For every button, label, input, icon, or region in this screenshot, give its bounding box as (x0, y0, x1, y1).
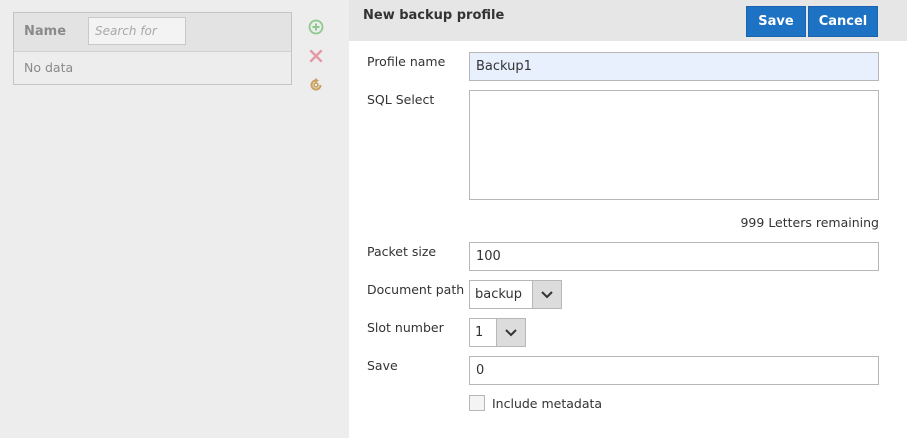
form-title: New backup profile (363, 8, 505, 23)
empty-list-text: No data (24, 60, 74, 75)
save-field-input[interactable] (469, 356, 879, 385)
refresh-icon[interactable] (305, 74, 327, 96)
delete-icon[interactable] (305, 45, 327, 67)
slot-number-label: Slot number (367, 320, 444, 335)
include-metadata-option[interactable]: Include metadata (469, 395, 602, 411)
packet-size-label: Packet size (367, 244, 437, 259)
document-path-value: backup (475, 287, 522, 302)
chevron-down-icon[interactable] (532, 281, 561, 308)
document-path-select[interactable]: backup (469, 280, 562, 309)
cancel-button[interactable]: Cancel (808, 6, 878, 37)
profile-name-input[interactable] (469, 52, 879, 81)
form-header: New backup profile Save Cancel (349, 0, 907, 41)
packet-size-input[interactable] (469, 242, 879, 271)
chevron-down-icon[interactable] (496, 319, 525, 346)
slot-number-select[interactable]: 1 (469, 318, 526, 347)
sql-select-label: SQL Select (367, 92, 435, 107)
include-metadata-label: Include metadata (492, 395, 603, 411)
slot-number-value: 1 (475, 325, 484, 340)
search-input[interactable] (88, 17, 186, 45)
left-panel: Name No data (0, 0, 349, 438)
list-header: Name (14, 13, 291, 52)
add-icon[interactable] (305, 16, 327, 38)
letters-remaining: 999 Letters remaining (740, 215, 879, 230)
backup-profile-form: New backup profile Save Cancel Profile n… (349, 0, 907, 438)
profile-name-label: Profile name (367, 54, 446, 69)
save-button[interactable]: Save (746, 6, 806, 37)
sql-select-textarea[interactable] (469, 90, 879, 200)
column-header-name[interactable]: Name (24, 24, 66, 39)
save-field-label: Save (367, 358, 398, 373)
profile-list: Name No data (13, 12, 292, 85)
list-actions (305, 16, 329, 103)
include-metadata-checkbox[interactable] (469, 395, 485, 411)
document-path-label: Document path (367, 282, 465, 297)
